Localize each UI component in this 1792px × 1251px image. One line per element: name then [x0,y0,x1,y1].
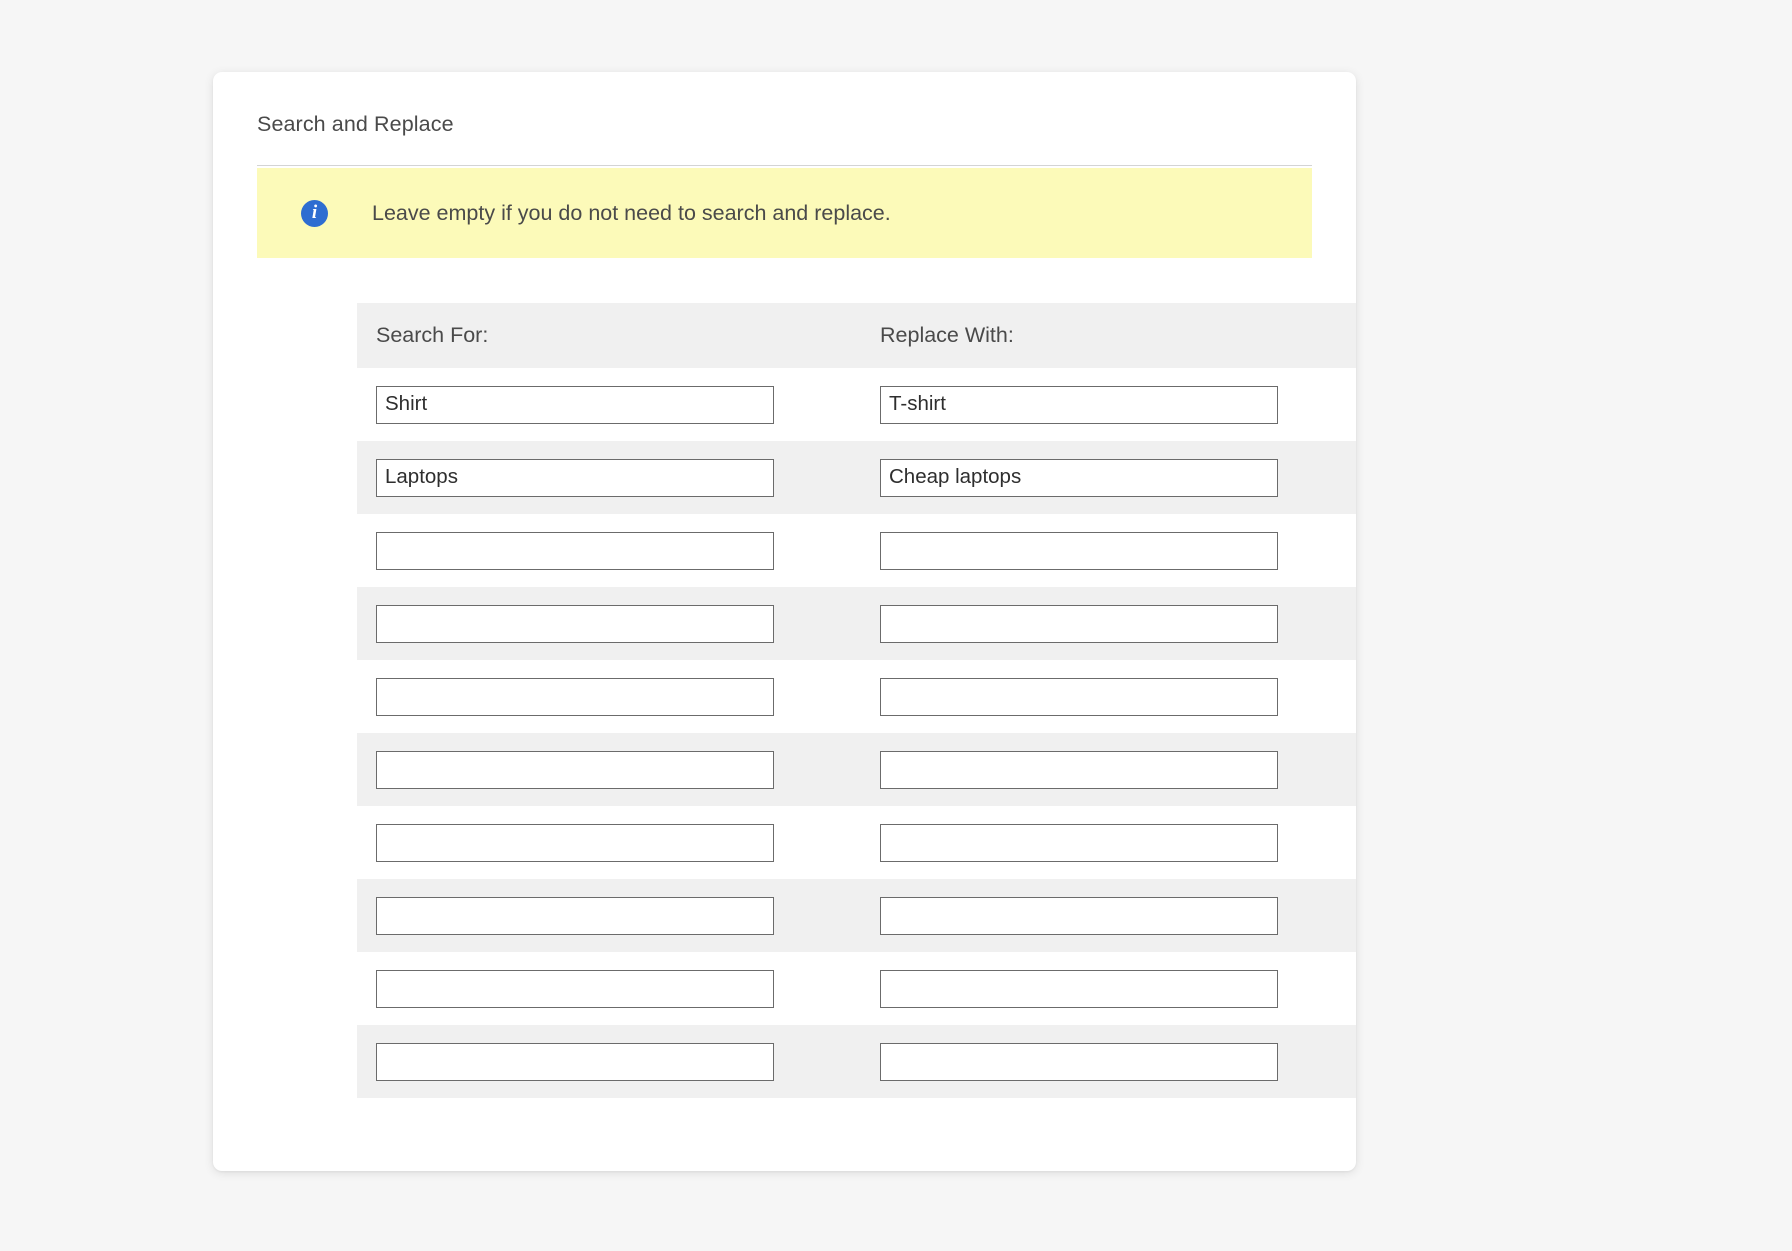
cell-search-6 [357,750,861,789]
replace-input-8[interactable] [880,896,1278,935]
cell-search-2: Laptops [357,458,861,497]
search-input-7[interactable] [376,823,774,862]
cell-replace-10 [861,1042,1356,1081]
cell-search-1: Shirt [357,385,861,424]
replace-input-2-value: Cheap laptops [889,465,1022,489]
replace-input-1[interactable]: T-shirt [880,385,1278,424]
table-row [357,952,1356,1025]
replace-input-9[interactable] [880,969,1278,1008]
page-root: Search and Replace i Leave empty if you … [0,0,1792,1251]
search-input-9[interactable] [376,969,774,1008]
cell-search-9 [357,969,861,1008]
column-header-search-for: Search For: [376,323,489,347]
table-header-row: Search For: Replace With: [357,303,1356,368]
cell-search-4 [357,604,861,643]
table-row [357,514,1356,587]
table-row: Laptops Cheap laptops [357,441,1356,514]
cell-replace-5 [861,677,1356,716]
cell-search-7 [357,823,861,862]
table-row [357,660,1356,733]
search-and-replace-card: Search and Replace i Leave empty if you … [213,72,1356,1171]
search-input-6[interactable] [376,750,774,789]
cell-replace-2: Cheap laptops [861,458,1356,497]
table-row: Shirt T-shirt [357,368,1356,441]
cell-search-3 [357,531,861,570]
info-icon-glyph: i [311,201,318,223]
cell-replace-1: T-shirt [861,385,1356,424]
header-cell-search-for: Search For: [357,323,861,348]
search-input-2-value: Laptops [385,465,458,489]
title-divider [257,165,1312,166]
page-title: Search and Replace [257,112,454,136]
table-row [357,587,1356,660]
cell-search-10 [357,1042,861,1081]
search-input-1[interactable]: Shirt [376,385,774,424]
cell-replace-6 [861,750,1356,789]
replace-input-2[interactable]: Cheap laptops [880,458,1278,497]
replace-input-6[interactable] [880,750,1278,789]
table-row [357,1025,1356,1098]
info-banner: i Leave empty if you do not need to sear… [257,168,1312,258]
cell-search-5 [357,677,861,716]
header-cell-replace-with: Replace With: [861,323,1356,348]
info-icon: i [301,199,328,227]
replace-input-1-value: T-shirt [889,392,946,416]
search-input-8[interactable] [376,896,774,935]
replace-input-4[interactable] [880,604,1278,643]
cell-replace-8 [861,896,1356,935]
column-header-replace-with: Replace With: [880,323,1014,347]
info-banner-text: Leave empty if you do not need to search… [372,200,891,225]
search-replace-table: Search For: Replace With: Shirt T-shirt [357,303,1356,1098]
search-input-1-value: Shirt [385,392,428,416]
cell-search-8 [357,896,861,935]
table-row [357,879,1356,952]
cell-replace-4 [861,604,1356,643]
search-input-10[interactable] [376,1042,774,1081]
search-input-4[interactable] [376,604,774,643]
replace-input-5[interactable] [880,677,1278,716]
search-input-5[interactable] [376,677,774,716]
table-row [357,733,1356,806]
search-input-2[interactable]: Laptops [376,458,774,497]
replace-input-10[interactable] [880,1042,1278,1081]
cell-replace-3 [861,531,1356,570]
replace-input-3[interactable] [880,531,1278,570]
cell-replace-7 [861,823,1356,862]
cell-replace-9 [861,969,1356,1008]
table-row [357,806,1356,879]
replace-input-7[interactable] [880,823,1278,862]
search-input-3[interactable] [376,531,774,570]
